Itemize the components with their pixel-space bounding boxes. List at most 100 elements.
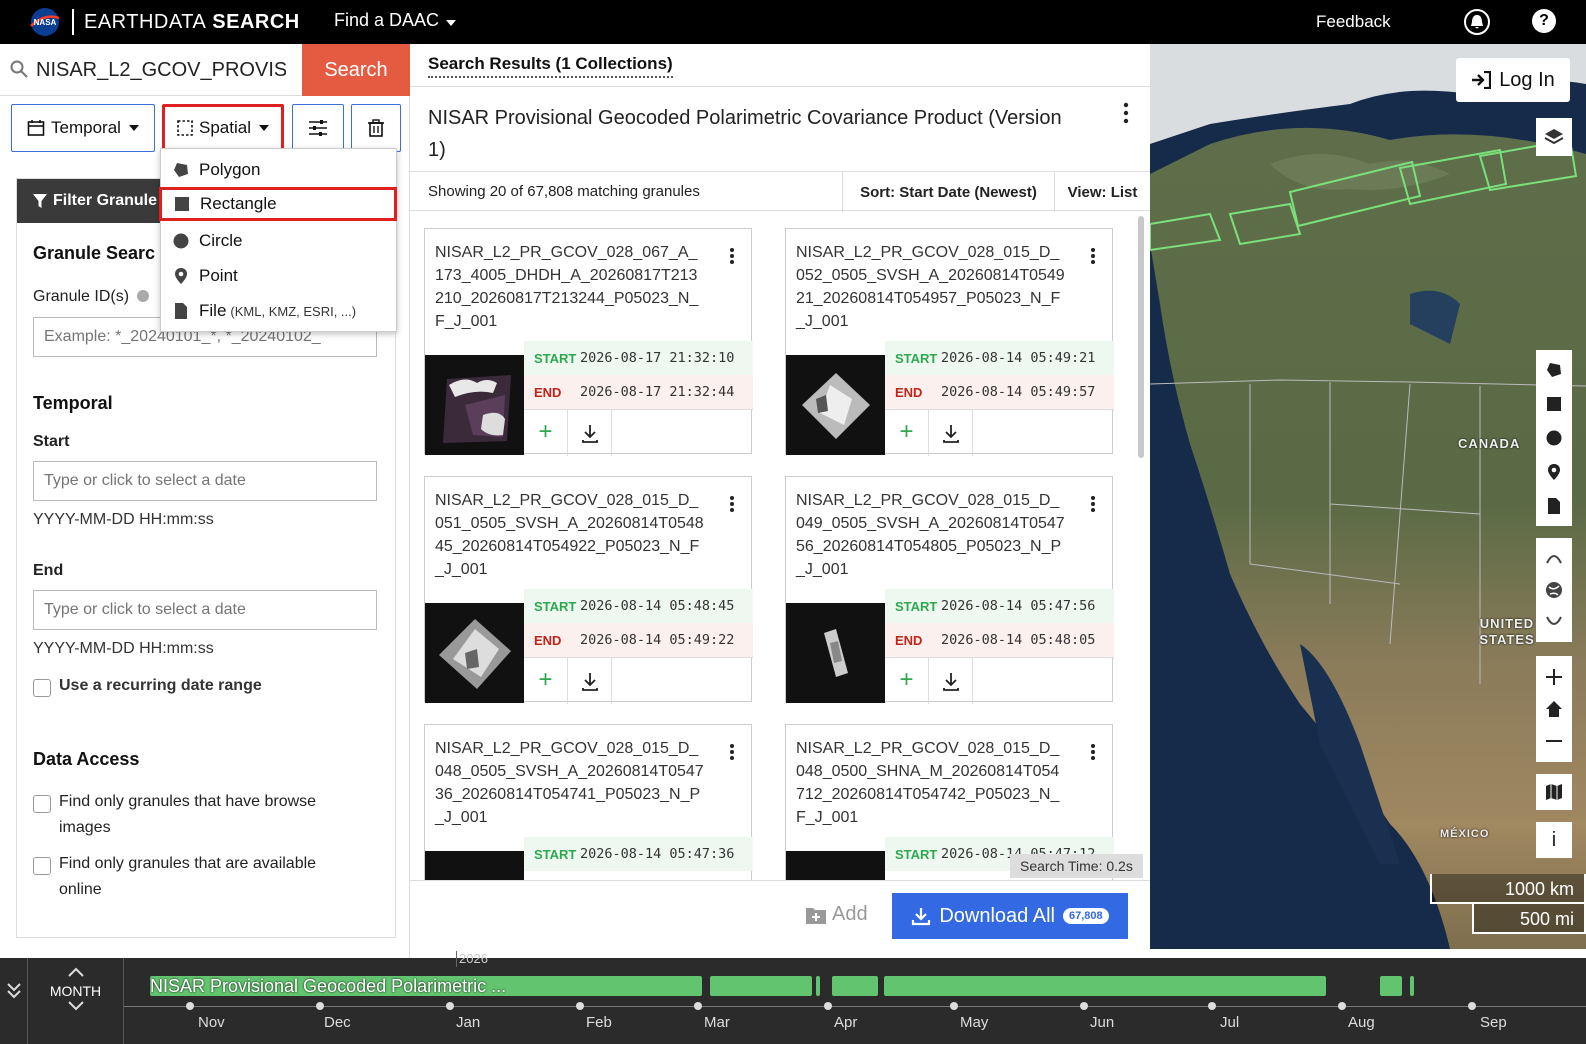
granule-id: NISAR_L2_PR_GCOV_028_015_D_048_0505_SVSH…	[435, 740, 704, 826]
browse-only-checkbox[interactable]	[33, 795, 51, 813]
end-label: END	[895, 632, 923, 648]
granule-browse-image[interactable]	[786, 355, 885, 455]
circle-icon[interactable]	[1546, 430, 1562, 446]
find-daac-label: Find a DAAC	[334, 10, 440, 30]
map-imagery[interactable]	[1150, 44, 1586, 949]
polygon-icon[interactable]	[1546, 362, 1562, 378]
temporal-filter-button[interactable]: Temporal	[11, 104, 155, 152]
timeline-data-bar	[1380, 976, 1402, 996]
download-icon	[582, 673, 598, 691]
clear-filters-button[interactable]	[351, 104, 401, 152]
granule-card[interactable]: NISAR_L2_PR_GCOV_028_015_D_052_0505_SVSH…	[785, 228, 1114, 456]
granule-browse-image[interactable]	[786, 603, 885, 703]
timeline-month-tick	[576, 1002, 584, 1010]
sort-dropdown[interactable]: Sort: Start Date (Newest)	[842, 172, 1054, 212]
chevron-up-icon[interactable]	[66, 966, 86, 978]
advanced-search-button[interactable]	[292, 104, 344, 152]
add-granule-button[interactable]: +	[885, 658, 929, 704]
zoom-in-icon[interactable]	[1545, 668, 1563, 686]
map-label-mexico: MÉXICO	[1440, 828, 1490, 840]
granule-browse-image[interactable]	[425, 851, 524, 880]
timeline-collapse-button[interactable]	[0, 958, 28, 1044]
more-vertical-icon[interactable]	[1122, 102, 1130, 124]
file-icon[interactable]	[1546, 498, 1562, 514]
view-dropdown[interactable]: View: List	[1054, 172, 1150, 212]
login-button[interactable]: Log In	[1456, 58, 1570, 102]
timeline-month-tick	[824, 1002, 832, 1010]
search-results-tab[interactable]: Search Results (1 Collections)	[428, 54, 673, 78]
start-label: START	[534, 846, 577, 862]
granule-browse-image[interactable]	[425, 355, 524, 455]
menu-item-file[interactable]: File (KML, KMZ, ESRI, ...)	[161, 294, 398, 328]
spatial-filter-button[interactable]: Spatial	[162, 104, 284, 152]
granule-times: START 2026-08-14 05:47:36	[524, 837, 753, 880]
nasa-logo-icon[interactable]: NASA	[28, 7, 62, 37]
help-icon[interactable]: ?	[1532, 9, 1556, 33]
more-vertical-icon[interactable]	[729, 495, 735, 513]
add-granule-button[interactable]: +	[885, 410, 929, 456]
globe-icon[interactable]	[1545, 581, 1563, 599]
rectangle-icon	[175, 197, 189, 211]
granule-card[interactable]: NISAR_L2_PR_GCOV_028_067_A_173_4005_DHDH…	[424, 228, 753, 456]
point-icon[interactable]	[1546, 464, 1562, 480]
map-view-button[interactable]	[1536, 774, 1572, 810]
menu-item-label: Polygon	[199, 160, 261, 179]
end-date-input[interactable]	[33, 590, 377, 630]
more-vertical-icon[interactable]	[729, 247, 735, 265]
timeline-month-label: Jan	[456, 1014, 481, 1031]
more-vertical-icon[interactable]	[1090, 247, 1096, 265]
timeline-month-tick	[1080, 1002, 1088, 1010]
layers-button[interactable]	[1536, 118, 1572, 156]
rectangle-icon[interactable]	[1546, 396, 1562, 412]
layers-icon	[1544, 129, 1564, 145]
info-button[interactable]: i	[1536, 822, 1572, 858]
map-view[interactable]: CANADA UNITED STATES MÉXICO	[1150, 44, 1586, 949]
menu-item-circle[interactable]: Circle	[161, 224, 398, 258]
granule-card[interactable]: NISAR_L2_PR_GCOV_028_015_D_049_0505_SVSH…	[785, 476, 1114, 704]
granule-browse-image[interactable]	[425, 603, 524, 703]
granule-browse-image[interactable]	[786, 851, 885, 880]
menu-item-polygon[interactable]: Polygon	[161, 153, 398, 187]
download-granule-button[interactable]	[929, 658, 973, 704]
download-granule-button[interactable]	[929, 410, 973, 456]
download-granule-button[interactable]	[568, 410, 612, 456]
download-granule-button[interactable]	[568, 658, 612, 704]
app-brand[interactable]: EARTHDATA SEARCH	[72, 8, 300, 36]
more-vertical-icon[interactable]	[1090, 743, 1096, 761]
notifications-bell-icon[interactable]	[1464, 9, 1490, 35]
recurring-date-label[interactable]: Use a recurring date range	[59, 673, 359, 699]
browse-only-label[interactable]: Find only granules that have browse imag…	[59, 789, 359, 841]
timeline-month-label: Mar	[704, 1014, 730, 1031]
add-granule-button[interactable]: +	[524, 410, 568, 456]
feedback-link[interactable]: Feedback	[1316, 12, 1391, 32]
help-circle-icon[interactable]	[137, 290, 150, 302]
antarctic-projection-icon[interactable]	[1545, 615, 1563, 629]
granule-card[interactable]: NISAR_L2_PR_GCOV_028_015_D_048_0505_SVSH…	[424, 724, 753, 880]
end-row: END 2026-08-17 21:32:44	[524, 375, 753, 409]
results-scrollbar[interactable]	[1138, 216, 1144, 458]
online-only-label[interactable]: Find only granules that are available on…	[59, 851, 359, 903]
download-all-button[interactable]: Download All 67,808	[892, 893, 1128, 939]
start-date-input[interactable]	[33, 461, 377, 501]
menu-item-point[interactable]: Point	[161, 259, 398, 293]
arctic-projection-icon[interactable]	[1545, 551, 1563, 565]
tab-divider	[410, 86, 1150, 87]
add-collection-button[interactable]: Add	[806, 903, 868, 926]
find-daac-dropdown[interactable]: Find a DAAC	[334, 10, 457, 31]
timeline[interactable]: MONTH 2026 NISAR Provisional Geocoded Po…	[0, 951, 1586, 1044]
more-vertical-icon[interactable]	[729, 743, 735, 761]
granule-card[interactable]: NISAR_L2_PR_GCOV_028_015_D_051_0505_SVSH…	[424, 476, 753, 704]
timeline-track[interactable]: 2026 NISAR Provisional Geocoded Polarime…	[124, 951, 1586, 1044]
recurring-date-checkbox[interactable]	[33, 679, 51, 697]
search-input[interactable]	[36, 54, 286, 86]
download-icon	[582, 425, 598, 443]
home-icon[interactable]	[1545, 700, 1563, 718]
chevron-down-icon[interactable]	[66, 1000, 86, 1012]
timeline-zoom-control[interactable]: MONTH	[28, 958, 124, 1044]
add-granule-button[interactable]: +	[524, 658, 568, 704]
menu-item-rectangle[interactable]: Rectangle	[159, 187, 397, 221]
online-only-checkbox[interactable]	[33, 857, 51, 875]
more-vertical-icon[interactable]	[1090, 495, 1096, 513]
search-button[interactable]: Search	[302, 44, 410, 96]
zoom-out-icon[interactable]	[1545, 732, 1563, 750]
